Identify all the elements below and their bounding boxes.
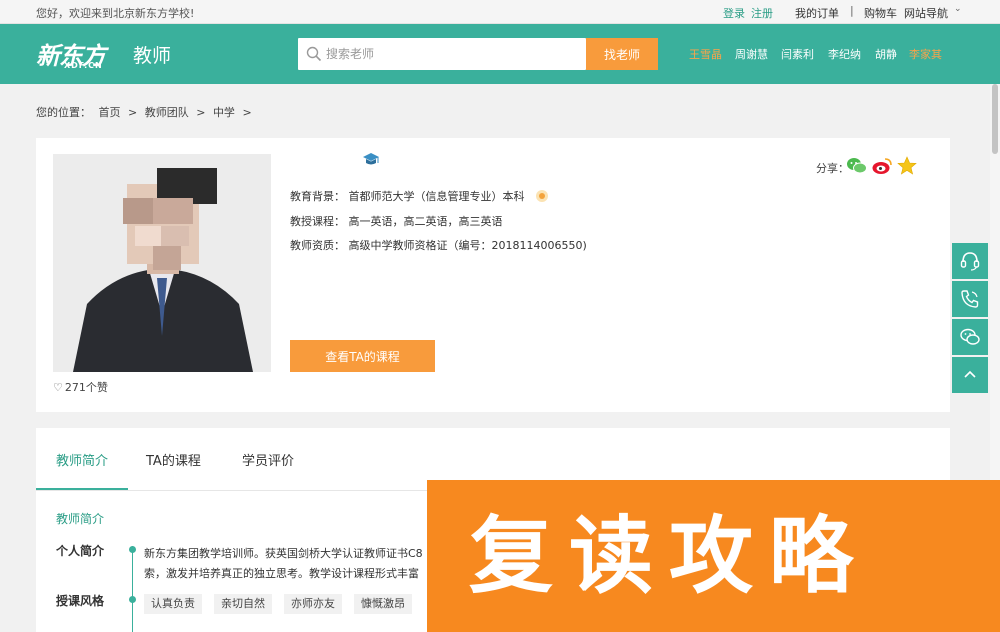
find-teacher-button[interactable]: 找老师 [586, 38, 658, 70]
my-orders-link[interactable]: 我的订单 [795, 5, 839, 21]
style-tag: 慷慨激昂 [354, 594, 412, 614]
search-input[interactable] [326, 38, 581, 70]
timeline-line [132, 546, 133, 632]
courses-value: 高一英语，高二英语，高三英语 [348, 215, 503, 228]
breadcrumb-label: 您的位置： [36, 106, 91, 119]
education-value: 首都师范大学（信息管理专业）本科 [348, 190, 525, 203]
teaching-style-label: 授课风格 [56, 594, 105, 608]
floating-toolbar [952, 243, 988, 395]
profile-text-line: 新东方集团教学培训师。获英国剑桥大学认证教师证书C8 [144, 547, 423, 560]
teacher-link[interactable]: 李纪纳 [828, 46, 861, 62]
promo-banner: 复读攻略 [427, 480, 1000, 632]
profile-label: 个人简介 [56, 544, 105, 558]
brand-logo[interactable]: 新东方 XDF.CN [36, 36, 120, 72]
timeline-dot [129, 596, 136, 603]
wechat-icon[interactable] [846, 156, 868, 176]
education-label: 教育背景： [290, 190, 345, 203]
courses-label: 教授课程： [290, 215, 345, 228]
teacher-photo [53, 154, 271, 372]
breadcrumb-separator: > [242, 106, 252, 119]
search-box [298, 38, 586, 70]
wechat-contact-button[interactable] [952, 319, 988, 355]
phone-button[interactable] [952, 281, 988, 317]
top-bar: 您好，欢迎来到北京新东方学校! 登录 注册 我的订单 | 购物车 网站导航 ⌄ [0, 0, 1000, 24]
topbar-separator: | [850, 4, 854, 17]
like-counter[interactable]: ♡ 271个赞 [53, 379, 108, 395]
teacher-card: ♡ 271个赞 教育背景： 首都师范大学（信息管理专业）本科 教授课程： 高一英语… [36, 138, 950, 412]
courses-row: 教授课程： 高一英语，高二英语，高三英语 [290, 213, 503, 229]
cart-link[interactable]: 购物车 [864, 5, 897, 21]
breadcrumb-separator: > [128, 106, 138, 119]
qualification-label: 教师资质： [290, 239, 345, 252]
qzone-icon[interactable] [896, 156, 918, 176]
share-label: 分享： [816, 162, 849, 175]
breadcrumb-middle-school[interactable]: 中学 [213, 106, 235, 119]
graduation-cap-icon [363, 153, 379, 165]
weibo-icon[interactable] [871, 156, 893, 176]
intro-section-title: 教师简介 [56, 512, 105, 526]
breadcrumb: 您的位置： 首页 > 教师团队 > 中学 > [36, 104, 256, 120]
breadcrumb-team[interactable]: 教师团队 [145, 106, 189, 119]
heart-icon: ♡ [53, 381, 63, 394]
chat-icon [960, 328, 980, 345]
back-to-top-button[interactable] [952, 357, 988, 393]
tab-student-reviews[interactable]: 学员评价 [242, 450, 294, 469]
qualification-value: 高级中学教师资格证（编号：2018114006550) [348, 239, 587, 252]
teacher-link[interactable]: 胡静 [875, 46, 897, 62]
view-courses-button[interactable]: 查看TA的课程 [290, 340, 435, 372]
style-tag: 认真负责 [144, 594, 202, 614]
customer-service-button[interactable] [952, 243, 988, 279]
site-nav-menu[interactable]: 网站导航 [904, 5, 948, 21]
profile-text-line: 索，激发并培养真正的独立思考。教学设计课程形式丰富 [144, 567, 419, 580]
verified-badge-icon [536, 190, 548, 202]
scrollbar-thumb[interactable] [992, 84, 998, 154]
teacher-link[interactable]: 闫素利 [781, 46, 814, 62]
likes-count: 271个赞 [64, 381, 108, 394]
section-title: 教师 [133, 45, 172, 67]
tab-teacher-intro[interactable]: 教师简介 [56, 450, 108, 469]
style-tag: 亦师亦友 [284, 594, 342, 614]
teacher-link[interactable]: 李家其 [909, 46, 942, 62]
teacher-link[interactable]: 周谢慧 [735, 46, 768, 62]
style-tag: 亲切自然 [214, 594, 272, 614]
timeline-dot [129, 546, 136, 553]
site-header: 新东方 XDF.CN 教师 找老师 王雪晶 周谢慧 闫素利 李纪纳 胡静 李家其 [0, 24, 1000, 84]
tab-ta-courses[interactable]: TA的课程 [146, 450, 201, 469]
search-icon [306, 46, 322, 62]
welcome-text: 您好，欢迎来到北京新东方学校! [36, 7, 195, 20]
breadcrumb-home[interactable]: 首页 [99, 106, 121, 119]
chevron-down-icon: ⌄ [954, 4, 962, 14]
chevron-up-icon [964, 370, 976, 378]
register-link[interactable]: 注册 [751, 5, 773, 21]
logo-subtext: XDF.CN [64, 61, 103, 70]
headset-icon [960, 252, 980, 271]
breadcrumb-separator: > [196, 106, 206, 119]
phone-icon [961, 290, 979, 308]
education-row: 教育背景： 首都师范大学（信息管理专业）本科 [290, 188, 548, 204]
qualification-row: 教师资质： 高级中学教师资格证（编号：2018114006550) [290, 237, 587, 253]
teacher-link[interactable]: 王雪晶 [689, 46, 722, 62]
login-link[interactable]: 登录 [723, 5, 745, 21]
